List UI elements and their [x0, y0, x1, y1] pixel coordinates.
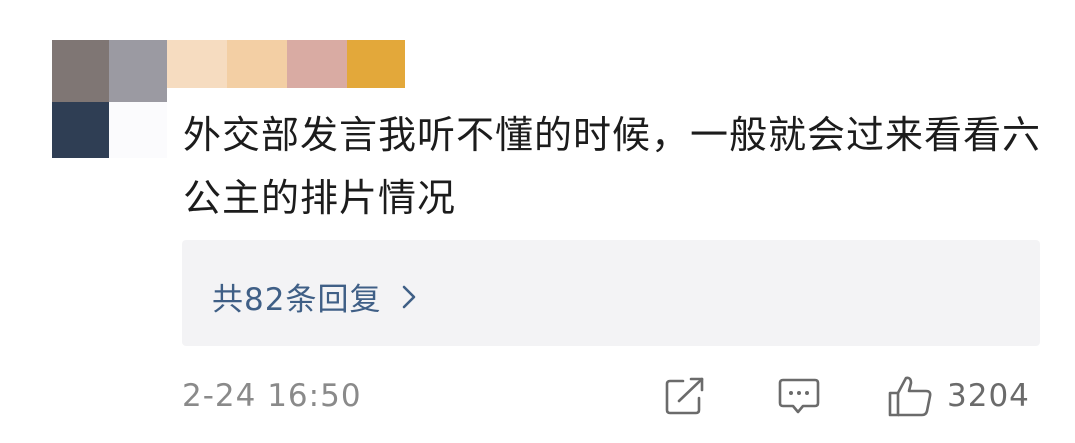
- username-mosaic-block: [167, 40, 227, 88]
- comment-footer: 2-24 16:50 3204: [0, 368, 1075, 428]
- username-mosaic-block: [347, 40, 405, 88]
- avatar-mosaic-block: [109, 40, 167, 102]
- comment-card: 外交部发言我听不懂的时候，一般就会过来看看六公主的排片情况 共82条回复 2-2…: [0, 0, 1075, 443]
- comment-bubble-icon: [778, 376, 820, 416]
- share-button[interactable]: [664, 372, 706, 420]
- comment-text: 外交部发言我听不懂的时候，一般就会过来看看六公主的排片情况: [183, 113, 1042, 220]
- avatar-mosaic-block: [52, 40, 109, 102]
- replies-panel[interactable]: 共82条回复: [182, 240, 1040, 346]
- view-replies-link[interactable]: 共82条回复: [212, 274, 417, 319]
- chevron-right-icon: [401, 284, 417, 310]
- share-external-icon: [664, 376, 706, 416]
- username-mosaic-block: [227, 40, 287, 88]
- avatar-mosaic-block: [109, 102, 167, 158]
- like-count: 3204: [947, 378, 1030, 414]
- avatar-mosaic-block: [52, 102, 109, 158]
- like-button[interactable]: 3204: [887, 372, 1030, 420]
- thumbs-up-icon: [887, 374, 933, 418]
- username-mosaic-block: [287, 40, 347, 88]
- replies-label: 共82条回复: [212, 282, 382, 318]
- comment-timestamp: 2-24 16:50: [182, 378, 362, 414]
- comment-button[interactable]: [778, 372, 820, 420]
